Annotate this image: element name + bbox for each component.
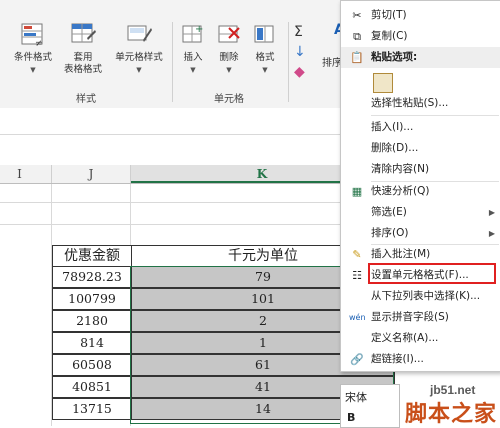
conditional-format-label: 条件格式 bbox=[13, 52, 52, 63]
svg-text:≠: ≠ bbox=[35, 39, 43, 48]
menu-item-insert[interactable]: 插入(I)... bbox=[341, 117, 500, 138]
delete-cells-button[interactable]: 删除 ▼ bbox=[212, 22, 246, 76]
menu-label: 清除内容(N) bbox=[371, 163, 430, 175]
cell-discount[interactable]: 814 bbox=[52, 332, 132, 354]
menu-label: 复制(C) bbox=[371, 30, 408, 42]
insert-cells-icon: + bbox=[179, 22, 207, 48]
clipboard-icon bbox=[373, 73, 393, 93]
cell-styles-icon bbox=[125, 22, 153, 48]
cell-discount[interactable]: 40851 bbox=[52, 376, 132, 398]
group-label-cells: 单元格 bbox=[214, 94, 244, 105]
cell-discount[interactable]: 78928.23 bbox=[52, 266, 132, 288]
format-as-table-label-1: 套用 bbox=[73, 52, 93, 63]
menu-label: 粘贴选项: bbox=[371, 51, 418, 63]
group-separator bbox=[288, 22, 289, 102]
dropdown-arrow-icon: ▼ bbox=[190, 66, 196, 74]
menu-item-clear-contents[interactable]: 清除内容(N) bbox=[341, 159, 500, 180]
format-cells-icon: ☷ bbox=[352, 269, 362, 282]
bold-button[interactable]: B bbox=[347, 411, 355, 424]
watermark-brand: 脚本之家 bbox=[405, 402, 498, 427]
editing-group: Σ ↓ ◆ bbox=[294, 22, 318, 82]
menu-label: 排序(O) bbox=[371, 227, 409, 239]
submenu-arrow-icon: ▶ bbox=[488, 229, 495, 238]
dropdown-arrow-icon: ▼ bbox=[262, 66, 268, 74]
autosum-icon[interactable]: Σ bbox=[294, 22, 318, 42]
cell-discount[interactable]: 13715 bbox=[52, 398, 132, 420]
menu-item-delete[interactable]: 删除(D)... bbox=[341, 138, 500, 159]
insert-cells-button[interactable]: + 插入 ▼ bbox=[176, 22, 210, 76]
sort-label[interactable]: 排序 bbox=[322, 54, 342, 69]
format-cells-icon bbox=[251, 22, 279, 48]
scissors-icon: ✂ bbox=[352, 9, 362, 22]
menu-item-paste-special[interactable]: 选择性粘贴(S)... bbox=[341, 93, 500, 114]
menu-item-define-name[interactable]: 定义名称(A)... bbox=[341, 328, 500, 349]
menu-item-copy[interactable]: ⧉ 复制(C) bbox=[341, 26, 500, 47]
menu-label: 插入批注(M) bbox=[371, 248, 431, 260]
format-as-table-button[interactable]: 套用 表格格式 bbox=[58, 22, 108, 76]
watermark-site: jb51.net bbox=[430, 383, 476, 397]
menu-separator bbox=[371, 115, 499, 116]
cell-styles-label: 单元格样式 bbox=[115, 52, 163, 63]
context-menu: ✂ 剪切(T) ⧉ 复制(C) 📋 粘贴选项: 选择性粘贴(S)... 插入(I… bbox=[340, 0, 500, 372]
header-cell-discount[interactable]: 优惠金额 bbox=[52, 245, 132, 267]
hyperlink-icon: 🔗 bbox=[350, 353, 364, 366]
menu-paste-options-header: 📋 粘贴选项: bbox=[341, 47, 500, 68]
column-header-j[interactable]: J bbox=[52, 165, 131, 183]
conditional-format-icon: ≠ bbox=[19, 22, 47, 49]
mini-toolbar: 宋体 B bbox=[340, 384, 400, 428]
phonetic-icon: wén bbox=[349, 313, 366, 322]
svg-text:+: + bbox=[195, 24, 203, 35]
quick-analysis-icon: ▦ bbox=[351, 185, 363, 198]
insert-cells-label: 插入 bbox=[183, 52, 203, 63]
paste-option-button[interactable] bbox=[341, 69, 500, 93]
menu-item-filter[interactable]: 筛选(E) ▶ bbox=[341, 202, 500, 223]
format-cells-ribbon-label: 格式 bbox=[255, 52, 275, 63]
menu-item-hyperlink[interactable]: 🔗 超链接(I)... bbox=[341, 349, 500, 370]
highlight-annotation-box bbox=[368, 263, 496, 284]
delete-cells-label: 删除 bbox=[219, 52, 239, 63]
menu-item-cut[interactable]: ✂ 剪切(T) bbox=[341, 5, 500, 26]
format-cells-ribbon-button[interactable]: 格式 ▼ bbox=[248, 22, 282, 76]
clear-icon[interactable]: ◆ bbox=[294, 62, 318, 82]
menu-item-pick-from-list[interactable]: 从下拉列表中选择(K)... bbox=[341, 286, 500, 307]
cell-discount[interactable]: 100799 bbox=[52, 288, 132, 310]
dropdown-arrow-icon: ▼ bbox=[30, 66, 36, 74]
comment-icon: ✎ bbox=[352, 248, 362, 261]
font-name-box[interactable]: 宋体 bbox=[345, 389, 367, 405]
menu-label: 选择性粘贴(S)... bbox=[371, 97, 449, 109]
menu-label: 筛选(E) bbox=[371, 206, 407, 218]
cell-styles-button[interactable]: 单元格样式 ▼ bbox=[112, 22, 166, 76]
copy-icon: ⧉ bbox=[353, 30, 361, 43]
table-format-icon bbox=[69, 22, 97, 48]
menu-label: 剪切(T) bbox=[371, 9, 407, 21]
dropdown-arrow-icon: ▼ bbox=[136, 66, 142, 74]
menu-item-insert-comment[interactable]: ✎ 插入批注(M) bbox=[341, 244, 500, 265]
menu-label: 从下拉列表中选择(K)... bbox=[371, 290, 481, 302]
dropdown-arrow-icon: ▼ bbox=[226, 66, 232, 74]
menu-label: 定义名称(A)... bbox=[371, 332, 439, 344]
menu-label: 快速分析(Q) bbox=[371, 185, 430, 197]
cell-discount[interactable]: 2180 bbox=[52, 310, 132, 332]
column-header-i[interactable]: I bbox=[0, 165, 52, 183]
group-label-styles: 样式 bbox=[76, 94, 96, 105]
menu-label: 插入(I)... bbox=[371, 121, 414, 133]
delete-cells-icon bbox=[215, 22, 243, 48]
menu-item-sort[interactable]: 排序(O) ▶ bbox=[341, 223, 500, 244]
menu-label: 删除(D)... bbox=[371, 142, 419, 154]
menu-label: 显示拼音字段(S) bbox=[371, 311, 449, 323]
menu-item-quick-analysis[interactable]: ▦ 快速分析(Q) bbox=[341, 181, 500, 202]
menu-item-phonetic[interactable]: wén 显示拼音字段(S) bbox=[341, 307, 500, 328]
cell-discount[interactable]: 60508 bbox=[52, 354, 132, 376]
fill-icon[interactable]: ↓ bbox=[294, 42, 318, 62]
menu-label: 超链接(I)... bbox=[371, 353, 424, 365]
submenu-arrow-icon: ▶ bbox=[488, 208, 495, 217]
format-as-table-label-2: 表格格式 bbox=[63, 64, 102, 75]
paste-icon: 📋 bbox=[350, 51, 364, 64]
conditional-format-button[interactable]: ≠ 条件格式 ▼ bbox=[8, 22, 58, 76]
group-separator bbox=[172, 22, 173, 102]
